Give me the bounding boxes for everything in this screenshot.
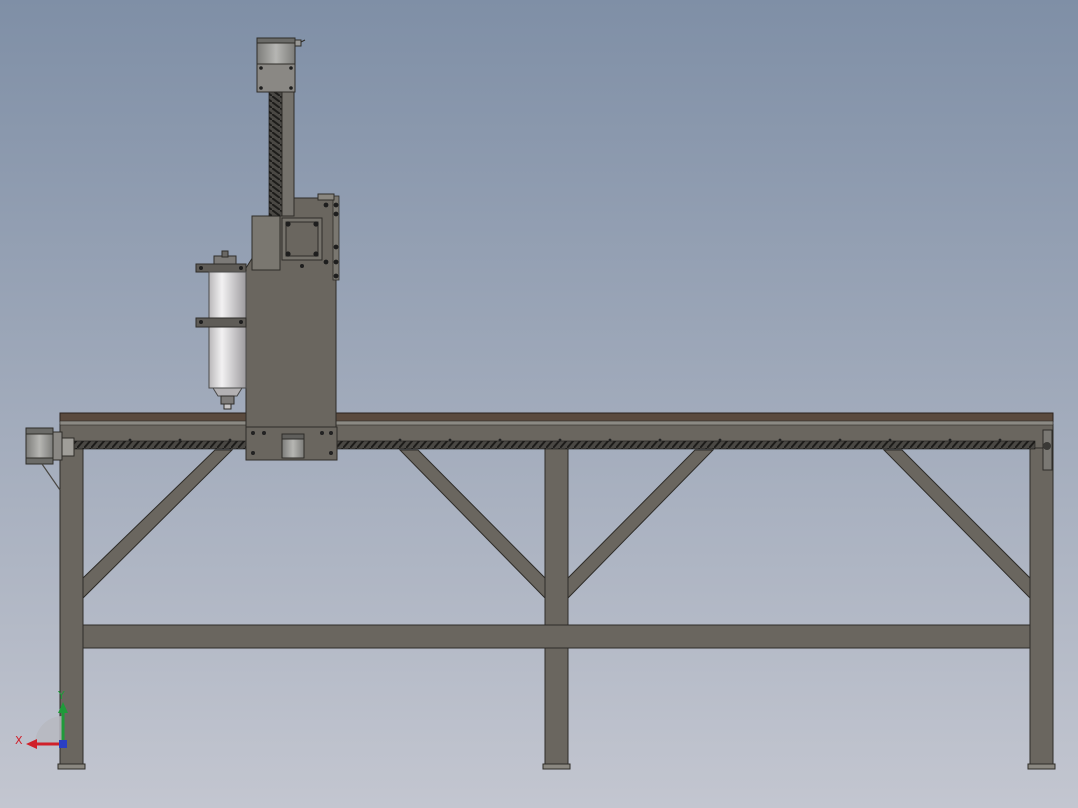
spindle-body xyxy=(208,271,247,389)
x-ballscrew xyxy=(69,440,1036,450)
lower-beam xyxy=(82,624,1031,649)
cnc-router-side-view: Y X xyxy=(15,37,1056,770)
z-slide-plate xyxy=(251,215,281,271)
x-carriage xyxy=(245,426,338,461)
gantry-edge-strip xyxy=(332,195,340,281)
brace-right xyxy=(882,449,1031,600)
brace-mid-right xyxy=(567,449,715,600)
spindle-assembly xyxy=(195,250,247,410)
z-guide-rail xyxy=(281,91,295,217)
leg-right xyxy=(1029,447,1054,767)
coordinate-triad: Y X xyxy=(15,689,68,749)
table-top-plate xyxy=(59,412,1054,423)
x-end-bearing xyxy=(1042,429,1053,471)
leg-middle xyxy=(544,447,569,767)
z-ballscrew xyxy=(268,91,283,217)
triad-y-label: Y xyxy=(57,689,65,702)
table-frame xyxy=(57,423,1056,770)
cad-viewport[interactable]: Y X xyxy=(0,0,1078,808)
triad-x-label: X xyxy=(15,734,23,747)
foot-right xyxy=(1027,763,1056,770)
z-stepper-motor xyxy=(256,37,306,93)
foot-left xyxy=(57,763,86,770)
brace-left xyxy=(82,449,234,600)
foot-middle xyxy=(542,763,571,770)
brace-mid-left xyxy=(398,449,546,600)
table-top-edge xyxy=(59,420,1054,426)
